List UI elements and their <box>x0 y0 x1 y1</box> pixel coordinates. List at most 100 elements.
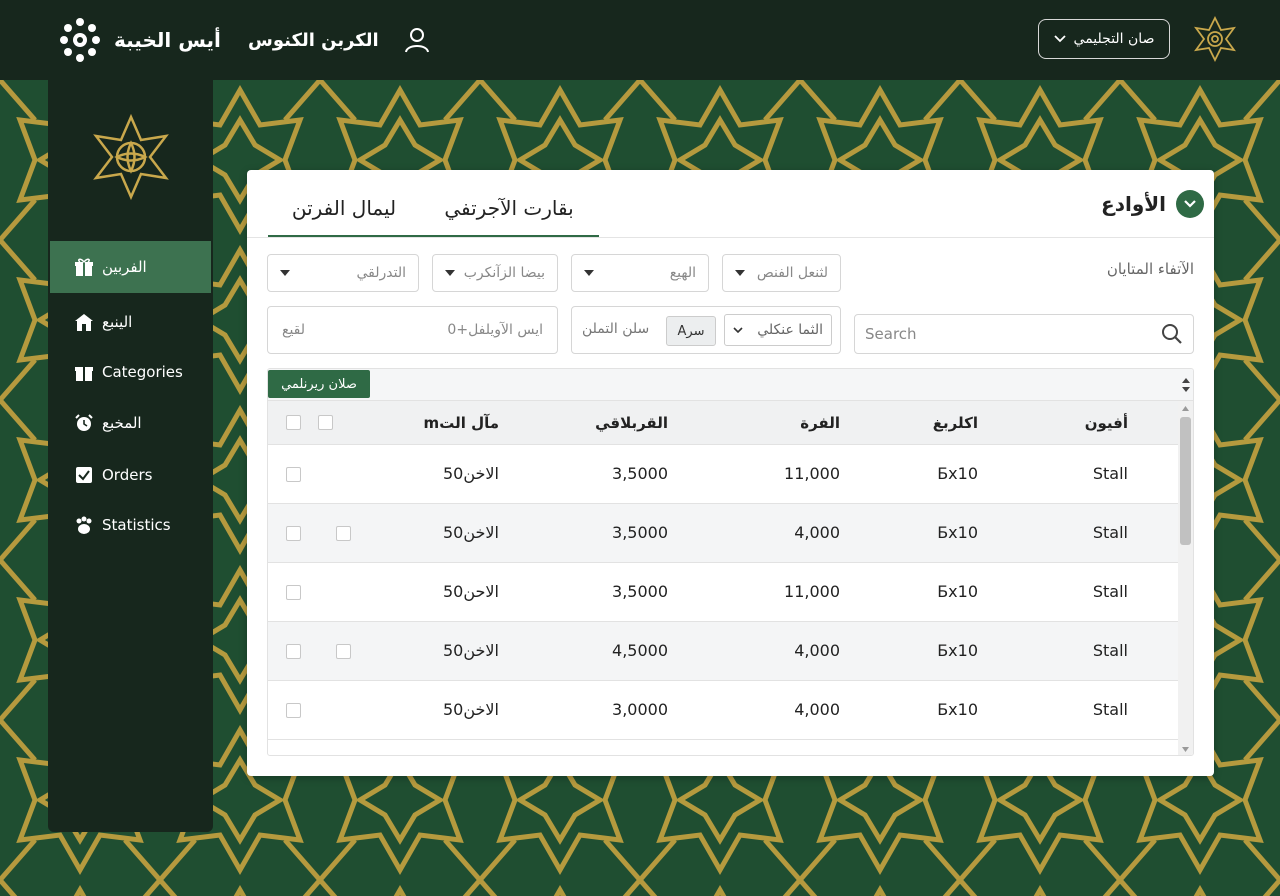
table-row[interactable]: 50الاخن 4,5000 4,000 Бx10 Stall <box>268 622 1180 681</box>
panel-title-group: الأوادع <box>1101 188 1204 220</box>
row-checkbox[interactable] <box>286 467 301 482</box>
row-checkbox[interactable] <box>286 585 301 600</box>
table-cell: 4,000 <box>794 700 840 719</box>
table-cell: Stall <box>1092 464 1128 483</box>
filter-dropdown-label: لثنعل الفنص <box>756 265 828 281</box>
table-row[interactable]: 50الاخن 3,5000 4,000 Бx10 Stall <box>268 504 1180 563</box>
row-checkbox[interactable] <box>286 644 301 659</box>
column-header[interactable]: القربلاقي <box>595 414 668 432</box>
table-action-button[interactable]: صلان ريرنلمي <box>268 370 370 398</box>
user-area[interactable]: الكربن الكنوس <box>248 20 431 60</box>
filter-dropdown-3[interactable]: الهيع <box>571 254 709 292</box>
column-header[interactable]: اكلربغ <box>933 414 978 432</box>
row-secondary-checkbox[interactable] <box>336 526 351 541</box>
table-cell: 50الاخن <box>443 641 499 660</box>
table-cell: Stall <box>1092 641 1128 660</box>
sidebar-item-orders[interactable]: Orders <box>50 449 211 501</box>
sidebar-item-home[interactable]: الفربين <box>50 241 211 293</box>
filter-label: الآتفاء المتايان <box>1106 260 1194 278</box>
sidebar-item-label: Statistics <box>102 516 171 534</box>
main-panel: ليمال الفرتن بقارت الآجرتفي الأوادع الآت… <box>247 170 1214 776</box>
filter-dropdown-label: بيضا الزآنكرب <box>463 265 545 281</box>
table-cell: 3,0000 <box>612 700 668 719</box>
table-cell: 50الاحن <box>443 582 499 601</box>
unit-dropdown[interactable]: الثما عنكلي <box>724 314 832 346</box>
tabs-bar: ليمال الفرتن بقارت الآجرتفي الأوادع <box>247 170 1214 238</box>
sidebar-item-label: الفربين <box>102 258 147 276</box>
select-all-checkbox[interactable] <box>286 415 301 430</box>
caret-down-icon <box>584 270 594 276</box>
table-cell: Stall <box>1092 582 1128 601</box>
gift-icon <box>75 367 93 381</box>
brand-name: أيس الخيبة <box>114 28 221 52</box>
table-cell: 11,000 <box>784 464 840 483</box>
caret-down-icon <box>280 270 290 276</box>
search-input[interactable] <box>865 325 1161 343</box>
filter-dropdown-label: الهيع <box>669 265 696 281</box>
search-icon[interactable] <box>1161 323 1183 345</box>
unit-dropdown-label: الثما عنكلي <box>757 322 823 338</box>
table-scrollbar[interactable] <box>1178 401 1193 755</box>
table-cell: Бx10 <box>937 582 978 601</box>
table-cell: 3,5000 <box>612 582 668 601</box>
table-cell: Бx10 <box>937 641 978 660</box>
unit-filter-group: سلن التملن Aسر الثما عنكلي <box>571 306 841 354</box>
column-header[interactable]: أفيون <box>1085 414 1128 432</box>
table-cell: Stall <box>1092 700 1128 719</box>
user-icon[interactable] <box>403 26 431 54</box>
top-bar: أيس الخيبة الكربن الكنوس صان التجليمي <box>0 0 1280 80</box>
sidebar-item-label: Categories <box>102 363 183 381</box>
checklist-icon <box>76 467 92 483</box>
table-row[interactable]: 50الاحن 3,5000 11,000 Бx10 Stall <box>268 563 1180 622</box>
sidebar-item-label: الينبع <box>102 313 133 331</box>
caret-down-icon <box>735 270 745 276</box>
emblem-icon <box>1194 16 1236 62</box>
sidebar-item-statistics[interactable]: Statistics <box>50 499 211 551</box>
alarm-icon <box>75 414 93 431</box>
table-cell: 4,000 <box>794 523 840 542</box>
table-cell: Бx10 <box>937 464 978 483</box>
search-box[interactable] <box>854 314 1194 354</box>
language-select-label: صان التجليمي <box>1073 31 1155 47</box>
table-cell: 50الاخن <box>443 700 499 719</box>
column-header[interactable]: الفرة <box>800 414 840 432</box>
caret-down-icon <box>445 270 455 276</box>
sidebar-item-label: Orders <box>102 466 153 484</box>
brand[interactable]: أيس الخيبة <box>58 16 221 64</box>
table-cell: 50الاخن <box>443 464 499 483</box>
row-checkbox[interactable] <box>286 703 301 718</box>
chevron-down-icon[interactable] <box>1176 190 1204 218</box>
tab-first[interactable]: ليمال الفرتن <box>269 188 419 228</box>
user-name: الكربن الكنوس <box>248 29 379 51</box>
scroll-down-icon[interactable] <box>1181 746 1190 753</box>
table-row[interactable]: 50الاخن 3,0000 4,000 Бx10 Stall <box>268 681 1180 740</box>
range-left-label: لقيع <box>282 322 306 338</box>
paw-icon <box>76 516 92 534</box>
scroll-up-icon[interactable] <box>1181 405 1190 412</box>
column-header[interactable]: mمآل الت <box>424 414 499 432</box>
language-select[interactable]: صان التجليمي <box>1038 19 1170 59</box>
table-cell: 3,5000 <box>612 523 668 542</box>
table-toolbar: صلان ريرنلمي <box>268 369 1193 401</box>
sidebar-item-store[interactable]: الينبع <box>50 296 211 348</box>
sort-icon[interactable] <box>1181 377 1191 393</box>
sidebar-item-kitchen[interactable]: المخبع <box>50 397 211 449</box>
range-input[interactable]: لقيع 0+ايس الآويلفل <box>267 306 558 354</box>
row-secondary-checkbox[interactable] <box>336 644 351 659</box>
range-right-label: 0+ايس الآويلفل <box>447 322 543 338</box>
filter-dropdown-4[interactable]: لثنعل الفنص <box>722 254 841 292</box>
sidebar-item-label: المخبع <box>102 414 142 432</box>
scroll-thumb[interactable] <box>1180 417 1191 545</box>
tab-second[interactable]: بقارت الآجرتفي <box>419 188 599 228</box>
unit-badge[interactable]: Aسر <box>666 316 716 346</box>
row-checkbox[interactable] <box>286 526 301 541</box>
filter-dropdown-2[interactable]: بيضا الزآنكرب <box>432 254 558 292</box>
filter-dropdown-1[interactable]: التدرلقي <box>267 254 419 292</box>
brand-logo-icon <box>60 18 100 62</box>
table-row[interactable]: 50الاخن 3,5000 11,000 Бx10 Stall <box>268 445 1180 504</box>
data-table: صلان ريرنلمي mمآل الت القربلاقي الفرة اك… <box>267 368 1194 756</box>
header-checkbox[interactable] <box>318 415 333 430</box>
table-cell: Stall <box>1092 523 1128 542</box>
sidebar-item-categories[interactable]: Categories <box>50 346 211 398</box>
unit-filter-text: سلن التملن <box>582 321 650 337</box>
